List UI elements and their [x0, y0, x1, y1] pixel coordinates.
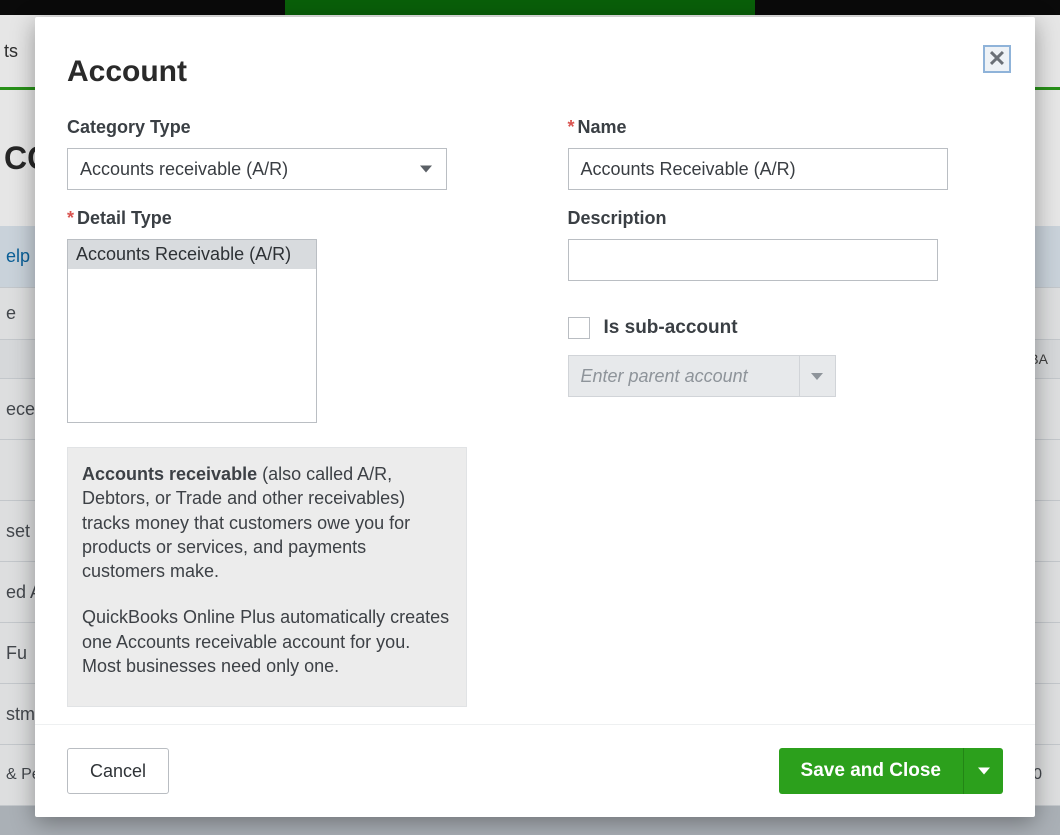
category-type-label: Category Type: [67, 117, 513, 138]
modal-footer: Cancel Save and Close: [35, 724, 1035, 817]
cancel-button[interactable]: Cancel: [67, 748, 169, 794]
description-input[interactable]: [568, 239, 938, 281]
bg-row-2: set: [6, 521, 30, 542]
bg-tab-fragment: ts: [4, 41, 18, 62]
chevron-down-icon: [420, 166, 432, 173]
name-label: *Name: [568, 117, 1014, 138]
close-button[interactable]: ✕: [983, 45, 1011, 73]
save-dropdown-button[interactable]: [963, 748, 1003, 794]
detail-type-option[interactable]: Accounts Receivable (A/R): [68, 240, 316, 269]
bg-letter-e: e: [6, 303, 16, 324]
account-modal: ✕ Account Category Type Accounts receiva…: [35, 17, 1035, 817]
parent-account-dropdown-button[interactable]: [799, 356, 835, 396]
bg-row-4: Fu: [6, 643, 27, 664]
help-strong: Accounts receivable: [82, 464, 257, 484]
detail-type-listbox[interactable]: Accounts Receivable (A/R): [67, 239, 317, 423]
detail-type-help: Accounts receivable (also called A/R, De…: [67, 447, 467, 707]
modal-body: Category Type Accounts receivable (A/R) …: [35, 95, 1035, 724]
category-type-value: Accounts receivable (A/R): [80, 159, 288, 180]
description-label: Description: [568, 208, 1014, 229]
name-input[interactable]: Accounts Receivable (A/R): [568, 148, 948, 190]
bg-row-5: stm: [6, 704, 35, 725]
parent-account-select[interactable]: Enter parent account: [568, 355, 836, 397]
category-type-select[interactable]: Accounts receivable (A/R): [67, 148, 447, 190]
name-input-value: Accounts Receivable (A/R): [581, 159, 796, 180]
detail-type-label: *Detail Type: [67, 208, 513, 229]
close-icon: ✕: [988, 46, 1006, 72]
detail-type-label-text: Detail Type: [77, 208, 172, 228]
name-label-text: Name: [578, 117, 627, 137]
bg-help-fragment: elp: [6, 246, 30, 267]
save-and-close-button[interactable]: Save and Close: [779, 748, 963, 794]
modal-title: Account: [35, 17, 1035, 95]
help-p2: QuickBooks Online Plus automatically cre…: [82, 605, 452, 678]
parent-account-placeholder: Enter parent account: [569, 366, 799, 387]
sub-account-checkbox[interactable]: [568, 317, 590, 339]
sub-account-label: Is sub-account: [604, 317, 738, 339]
